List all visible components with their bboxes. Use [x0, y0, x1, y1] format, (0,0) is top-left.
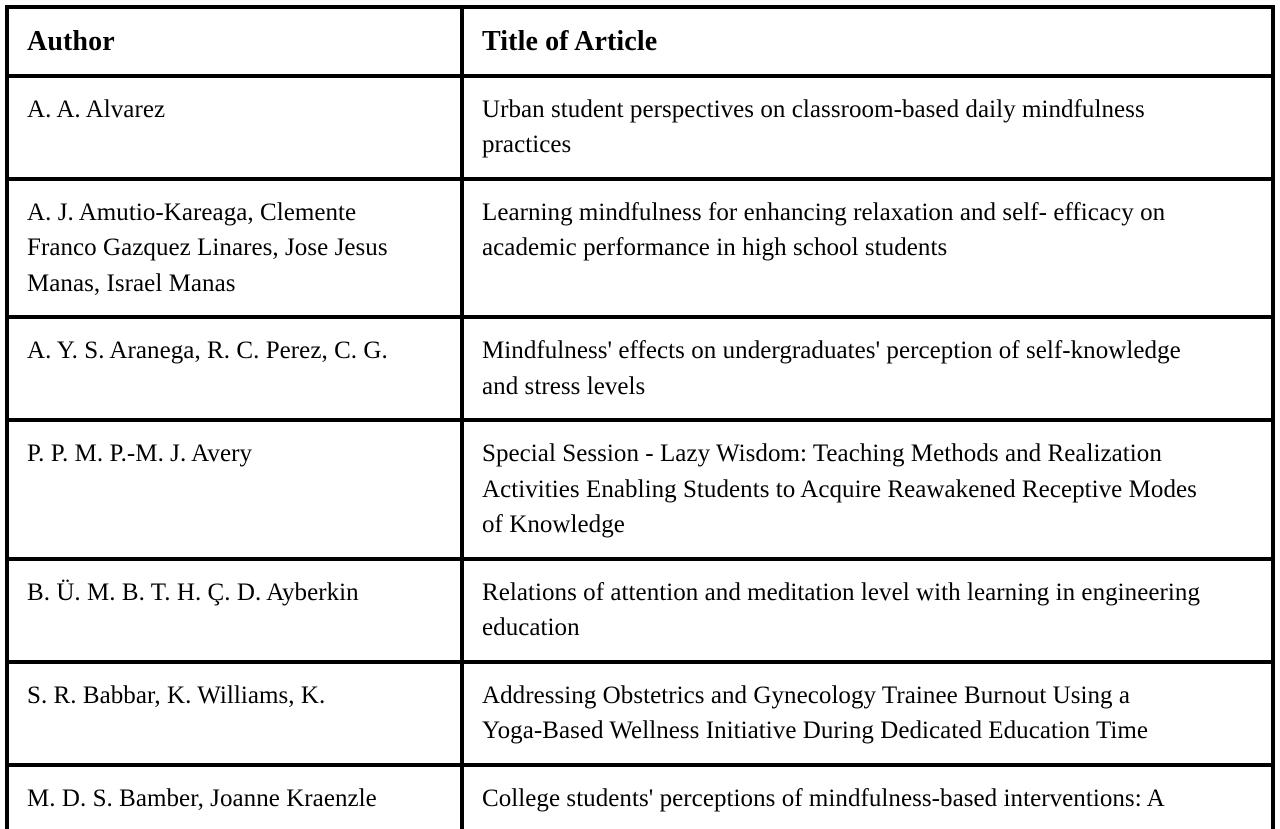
cell-title-line: Relations of attention and meditation le…	[482, 578, 1200, 606]
cell-title-line: Addressing Obstetrics and Gynecology Tra…	[482, 681, 1131, 709]
table-row: B. Ü. M. B. T. H. Ç. D. Ayberkin Relation…	[5, 556, 1275, 664]
cell-author: P. P. M. P.-M. J. Avery	[5, 418, 464, 561]
cell-title: Relations of attention and meditation le…	[460, 556, 1275, 664]
cell-author: S. R. Babbar, K. Williams, K.	[5, 659, 464, 767]
table-container: Author Title of Article A. A. Alvarez Urb…	[5, 5, 1275, 829]
cell-title-text: Mindfulness' effects on undergraduates' …	[464, 319, 1271, 418]
table-body: A. A. Alvarez Urban student perspectives …	[5, 73, 1275, 829]
cell-title-text: Urban student perspectives on classroom-…	[464, 78, 1271, 177]
cell-author: A. J. Amutio-Kareaga, Clemente Franco Gaz…	[5, 176, 464, 320]
column-header-author: Author	[5, 5, 464, 78]
cell-title-line: Activities Enabling Students to Acquire …	[482, 475, 1197, 503]
cell-author: A. A. Alvarez	[5, 73, 464, 181]
table-row: S. R. Babbar, K. Williams, K. Addressing …	[5, 659, 1275, 767]
table-row: P. P. M. P.-M. J. Avery Special Session -…	[5, 418, 1275, 561]
cell-author-line: Franco Gazquez Linares, Jose Jesus	[27, 234, 388, 262]
cell-title-line: and stress levels	[482, 372, 646, 400]
cell-title-line: of Knowledge	[482, 511, 625, 539]
cell-author-text: M. D. S. Bamber, Joanne Kraenzle	[9, 767, 460, 829]
cell-title: Mindfulness' effects on undergraduates' …	[460, 315, 1275, 423]
cell-author-line: Manas, Israel Manas	[27, 269, 236, 297]
cell-author-line: S. R. Babbar, K. Williams, K.	[27, 681, 326, 709]
column-header-title-label: Title of Article	[482, 26, 658, 57]
table-row: A. A. Alvarez Urban student perspectives …	[5, 73, 1275, 181]
table-row: A. J. Amutio-Kareaga, Clemente Franco Gaz…	[5, 176, 1275, 320]
cell-author-text: A. J. Amutio-Kareaga, Clemente Franco Gaz…	[9, 181, 460, 316]
cell-title-text: Addressing Obstetrics and Gynecology Tra…	[464, 664, 1271, 763]
cell-author: B. Ü. M. B. T. H. Ç. D. Ayberkin	[5, 556, 464, 664]
cell-title-line: Learning mindfulness for enhancing relax…	[482, 198, 1166, 226]
cell-title-line: Urban student perspectives on classroom-…	[482, 95, 1145, 123]
table-row: M. D. S. Bamber, Joanne Kraenzle College …	[5, 762, 1275, 829]
cell-title-line: practices	[482, 131, 572, 159]
cell-author-text: P. P. M. P.-M. J. Avery	[9, 422, 460, 486]
table-header-row: Author Title of Article	[5, 5, 1275, 78]
cell-title: Learning mindfulness for enhancing relax…	[460, 176, 1275, 320]
cell-author-text: S. R. Babbar, K. Williams, K.	[9, 664, 460, 728]
cell-title: Addressing Obstetrics and Gynecology Tra…	[460, 659, 1275, 767]
table-header: Author Title of Article	[5, 5, 1275, 78]
cell-title-text: College students' perceptions of mindful…	[464, 767, 1271, 829]
cell-title-line: College students' perceptions of mindful…	[482, 784, 1165, 812]
table-row: A. Y. S. Aranega, R. C. Perez, C. G. Mind…	[5, 315, 1275, 423]
cell-title-text: Special Session - Lazy Wisdom: Teaching …	[464, 422, 1271, 557]
cell-title-line: Yoga-Based Wellness Initiative During De…	[482, 717, 1149, 745]
cell-author: A. Y. S. Aranega, R. C. Perez, C. G.	[5, 315, 464, 423]
cell-author-text: A. A. Alvarez	[9, 78, 460, 142]
cell-title-line: education	[482, 614, 580, 642]
cell-title-text: Learning mindfulness for enhancing relax…	[464, 181, 1271, 280]
cell-title-text: Relations of attention and meditation le…	[464, 561, 1271, 660]
column-header-title: Title of Article	[460, 5, 1275, 78]
cell-author-line: A. Y. S. Aranega, R. C. Perez, C. G.	[27, 337, 388, 365]
cell-author: M. D. S. Bamber, Joanne Kraenzle	[5, 762, 464, 829]
cell-title: Urban student perspectives on classroom-…	[460, 73, 1275, 181]
cell-author-text: B. Ü. M. B. T. H. Ç. D. Ayberkin	[9, 561, 460, 625]
cell-title: Special Session - Lazy Wisdom: Teaching …	[460, 418, 1275, 561]
cell-author-line: P. P. M. P.-M. J. Avery	[27, 440, 253, 468]
cell-author-text: A. Y. S. Aranega, R. C. Perez, C. G.	[9, 319, 460, 383]
author-title-table: Author Title of Article A. A. Alvarez Urb…	[5, 5, 1275, 829]
cell-title-line: academic performance in high school stud…	[482, 234, 948, 262]
cell-title-line: Special Session - Lazy Wisdom: Teaching …	[482, 440, 1162, 468]
cell-title-line: Mindfulness' effects on undergraduates' …	[482, 337, 1181, 365]
cell-author-line: M. D. S. Bamber, Joanne Kraenzle	[27, 784, 377, 812]
page-root: Author Title of Article A. A. Alvarez Urb…	[0, 0, 1280, 829]
cell-author-line: A. A. Alvarez	[27, 95, 166, 123]
column-header-author-label: Author	[27, 26, 115, 57]
cell-author-line: A. J. Amutio-Kareaga, Clemente	[27, 198, 357, 226]
cell-author-line: B. Ü. M. B. T. H. Ç. D. Ayberkin	[27, 578, 359, 606]
cell-title: College students' perceptions of mindful…	[460, 762, 1275, 829]
